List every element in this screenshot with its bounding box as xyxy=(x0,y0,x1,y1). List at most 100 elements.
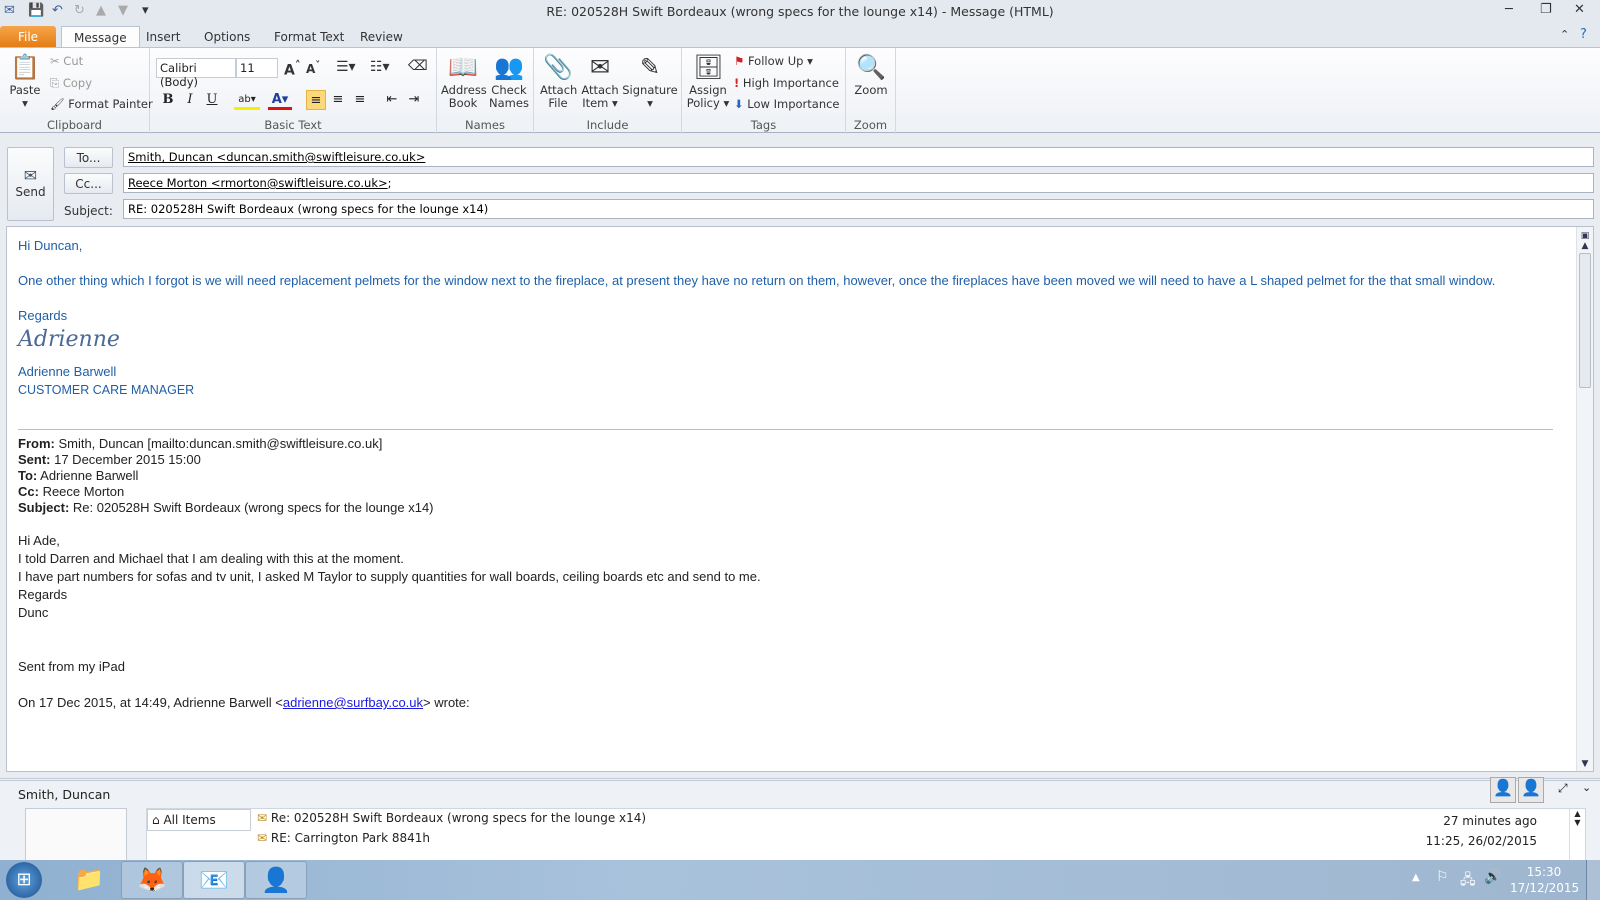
contact-photo xyxy=(25,808,127,863)
quoted-cc: Cc: Reece Morton xyxy=(18,484,1553,500)
sent-from: Sent from my iPad xyxy=(18,659,125,674)
minimize-icon[interactable]: ─ xyxy=(1505,2,1513,17)
help-icon[interactable]: ? xyxy=(1580,27,1587,42)
align-center-icon[interactable]: ≡ xyxy=(328,90,348,110)
clock-date: 17/12/2015 xyxy=(1510,881,1580,895)
tab-file[interactable]: File xyxy=(0,26,56,48)
bullets-icon[interactable]: ☰▾ xyxy=(336,59,356,75)
highlight-icon[interactable]: ab▾ xyxy=(234,90,260,110)
zoom-button[interactable]: 🔍 Zoom xyxy=(850,52,892,97)
collapse-chevron-icon[interactable]: ⌄ xyxy=(1582,781,1591,794)
sent-value: 17 December 2015 15:00 xyxy=(50,452,201,467)
network-icon[interactable]: 🖧 xyxy=(1460,869,1476,893)
group-zoom: 🔍 Zoom Zoom xyxy=(846,48,896,134)
expand-icon[interactable]: ⤢ xyxy=(1558,781,1568,796)
activity-item[interactable]: ✉ RE: Carrington Park 8841h 11:25, 26/02/… xyxy=(257,831,1557,848)
grow-font-icon[interactable]: A˄ xyxy=(284,58,301,79)
follow-up-button[interactable]: ⚑ Follow Up ▾ xyxy=(734,54,813,68)
low-importance-button[interactable]: ⬇ Low Importance xyxy=(734,97,840,111)
firefox-taskbar-icon[interactable]: 🦊 xyxy=(121,861,183,899)
format-painter-label: Format Painter xyxy=(68,97,153,111)
shrink-font-icon[interactable]: A˅ xyxy=(306,60,320,76)
send-icon: ✉ xyxy=(23,166,38,185)
high-importance-button[interactable]: ! High Importance xyxy=(734,76,839,90)
magnifier-icon: 🔍 xyxy=(856,53,886,81)
tab-options[interactable]: Options xyxy=(192,26,262,48)
action-center-flag-icon[interactable]: ⚐ xyxy=(1436,869,1449,885)
contact-thumbnail-icon[interactable]: 👤 xyxy=(1518,777,1544,803)
increase-indent-icon[interactable]: ⇥ xyxy=(404,90,424,110)
cc-recipient[interactable]: Reece Morton <rmorton@swiftleisure.co.uk… xyxy=(128,176,388,190)
group-label: Names xyxy=(465,118,505,132)
numbering-icon[interactable]: ☷▾ xyxy=(370,59,390,75)
bold-button[interactable]: B xyxy=(158,90,178,110)
group-label: Basic Text xyxy=(264,118,322,132)
subject-label: Subject: xyxy=(64,204,113,218)
to-button[interactable]: To... xyxy=(64,147,113,168)
tab-message[interactable]: Message xyxy=(61,26,140,48)
filter-all-items[interactable]: ⌂ All Items xyxy=(147,809,251,831)
clock[interactable]: 15:30 17/12/2015 xyxy=(1510,864,1580,896)
show-desktop-button[interactable] xyxy=(1586,860,1600,900)
to-field[interactable]: Smith, Duncan <duncan.smith@swiftleisure… xyxy=(123,147,1594,167)
email-link[interactable]: adrienne@surfbay.co.uk xyxy=(283,695,423,710)
scroll-up-icon[interactable]: ▲ xyxy=(1577,241,1593,251)
cc-field[interactable]: Reece Morton <rmorton@swiftleisure.co.uk… xyxy=(123,173,1594,193)
format-painter-button[interactable]: 🖌 Format Painter xyxy=(50,97,153,111)
attach-item-button[interactable]: ✉ Attach Item ▾ xyxy=(580,52,620,110)
scroll-thumb[interactable] xyxy=(1579,253,1591,388)
attach-file-button[interactable]: 📎 Attach File xyxy=(540,52,577,110)
volume-icon[interactable]: 🔊 xyxy=(1484,869,1501,885)
activity-subject: RE: Carrington Park 8841h xyxy=(270,831,430,845)
activity-item[interactable]: ✉ Re: 020528H Swift Bordeaux (wrong spec… xyxy=(257,811,1557,828)
italic-button[interactable]: I xyxy=(180,90,200,110)
explorer-taskbar-icon[interactable]: 📁 xyxy=(58,861,120,899)
cc-button[interactable]: Cc... xyxy=(64,173,113,194)
paste-button[interactable]: 📋 Paste ▾ xyxy=(6,52,44,110)
sent-label: Sent: xyxy=(18,452,51,467)
tab-review[interactable]: Review xyxy=(348,26,415,48)
greeting: Hi Duncan, xyxy=(18,238,83,253)
activity-scrollbar[interactable]: ▲ ▼ xyxy=(1569,809,1585,862)
font-name-select[interactable]: Calibri (Body) xyxy=(156,58,236,89)
address-book-label: Address Book xyxy=(441,83,487,110)
minimize-ribbon-icon[interactable]: ⌃ xyxy=(1560,28,1569,41)
tab-insert[interactable]: Insert xyxy=(134,26,192,48)
signature-button[interactable]: ✎ Signature ▾ xyxy=(622,52,678,110)
scroll-down-icon[interactable]: ▼ xyxy=(1577,759,1593,769)
decrease-indent-icon[interactable]: ⇤ xyxy=(382,90,402,110)
to-recipient[interactable]: Smith, Duncan <duncan.smith@swiftleisure… xyxy=(128,150,425,164)
show-hidden-icons[interactable]: ▲ xyxy=(1412,872,1420,883)
group-names: 📖 Address Book 👥 Check Names Names xyxy=(437,48,534,134)
clear-formatting-icon[interactable]: ⌫ xyxy=(408,58,428,74)
contact-thumbnail-icon[interactable]: 👤 xyxy=(1490,777,1516,803)
group-clipboard: 📋 Paste ▾ ✂ Cut ⎘ Copy 🖌 Format Painter Cl… xyxy=(0,48,153,134)
tab-format-text[interactable]: Format Text xyxy=(262,26,356,48)
copy-button[interactable]: ⎘ Copy xyxy=(50,76,92,91)
quoted-from: From: Smith, Duncan [mailto:duncan.smith… xyxy=(18,436,1553,452)
to-label: To: xyxy=(18,468,38,483)
contact-app-taskbar-icon[interactable]: 👤 xyxy=(245,861,307,899)
subject-field[interactable]: RE: 020528H Swift Bordeaux (wrong specs … xyxy=(123,199,1594,219)
check-names-button[interactable]: 👥 Check Names xyxy=(487,52,531,110)
align-left-icon[interactable]: ≡ xyxy=(306,90,326,110)
message-body-editor[interactable]: Hi Duncan, One other thing which I forgo… xyxy=(6,226,1594,772)
start-button[interactable]: ⊞ xyxy=(6,862,42,898)
underline-button[interactable]: U xyxy=(202,90,222,110)
contact-name: Smith, Duncan xyxy=(18,787,111,802)
cut-button[interactable]: ✂ Cut xyxy=(50,54,83,68)
quoted-header: From: Smith, Duncan [mailto:duncan.smith… xyxy=(18,436,1553,516)
outlook-taskbar-icon[interactable]: 📧 xyxy=(183,861,245,899)
assign-policy-button[interactable]: 🗄 Assign Policy ▾ xyxy=(686,52,730,110)
font-size-select[interactable]: 11 xyxy=(236,58,278,78)
font-color-icon[interactable]: A▾ xyxy=(268,90,292,110)
vertical-scrollbar[interactable]: ▣ ▲ ▼ xyxy=(1576,227,1593,771)
reply-text: Hi Ade, I told Darren and Michael that I… xyxy=(18,532,1553,622)
send-button[interactable]: ✉ Send xyxy=(7,147,54,221)
align-right-icon[interactable]: ≡ xyxy=(350,90,370,110)
ruler-toggle-icon[interactable]: ▣ xyxy=(1577,231,1593,241)
close-icon[interactable]: ✕ xyxy=(1574,2,1585,17)
address-book-button[interactable]: 📖 Address Book xyxy=(441,52,487,110)
restore-icon[interactable]: ❐ xyxy=(1540,2,1552,17)
address-book-icon: 📖 xyxy=(448,53,478,81)
